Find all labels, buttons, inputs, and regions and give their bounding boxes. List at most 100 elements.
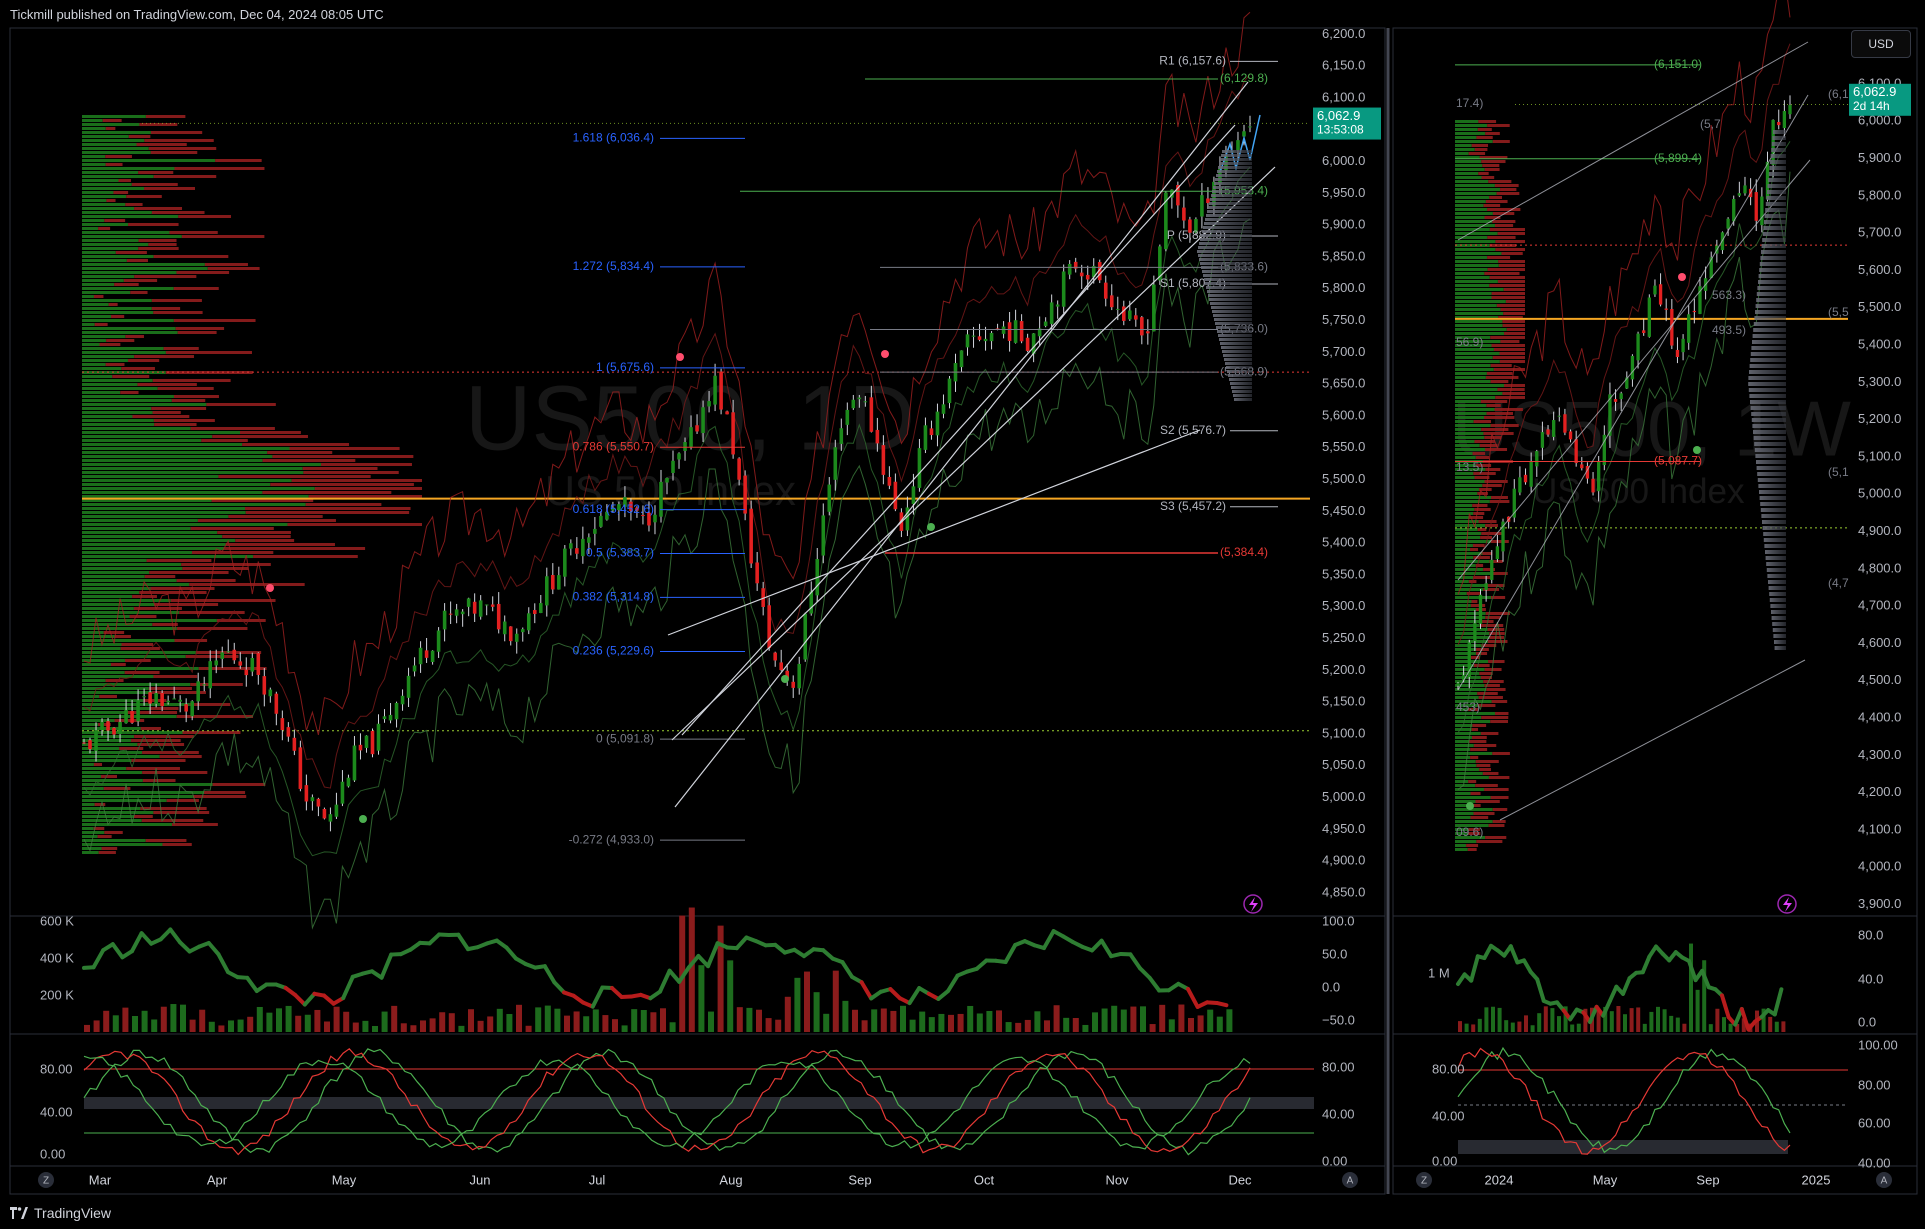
volume-bar — [477, 1020, 484, 1032]
weekly-session-volume-bar — [1756, 292, 1786, 296]
weekly-session-volume-bar — [1762, 526, 1786, 530]
candle-up — [1152, 284, 1156, 332]
weekly-session-volume-bar — [1756, 460, 1786, 464]
weekly-session-volume-bar — [1768, 580, 1786, 584]
volume-profile-down-bar — [1489, 228, 1525, 231]
a-icon-glyph[interactable]: A — [1881, 1176, 1888, 1187]
weekly-volume-axis-label: 1 M — [1428, 965, 1450, 980]
weekly-level-label: (6,151.0) — [1654, 57, 1702, 71]
volume-profile-down-bar — [1499, 360, 1525, 363]
volume-bar — [1044, 1020, 1050, 1032]
chart-workspace[interactable]: 6,200.06,150.06,100.06,050.06,000.05,950… — [0, 0, 1925, 1229]
volume-profile-down-bar — [1487, 208, 1521, 211]
volume-profile-down-bar — [100, 775, 118, 778]
volume-bar — [1188, 1017, 1194, 1032]
volume-profile-down-bar — [1473, 420, 1492, 423]
volume-profile-down-bar — [174, 639, 208, 642]
volume-profile-up-bar — [82, 811, 154, 814]
a-icon-glyph[interactable]: A — [1347, 1176, 1354, 1187]
volume-profile-down-bar — [212, 435, 308, 438]
volume-profile-up-bar — [82, 315, 112, 318]
lightning-icon[interactable] — [1243, 894, 1263, 914]
volume-profile-down-bar — [1490, 380, 1509, 383]
fib-level-label: 1.272 (5,834.4) — [573, 259, 654, 273]
volume-bar — [247, 1016, 254, 1032]
candle-down — [1007, 322, 1012, 341]
volume-profile-up-bar — [82, 527, 191, 530]
volume-profile-down-bar — [137, 383, 197, 386]
volume-bar — [314, 1009, 321, 1032]
weekly-session-volume-bar — [1766, 196, 1786, 200]
z-icon[interactable]: Z — [1416, 1172, 1432, 1188]
volume-profile-up-bar — [1455, 280, 1498, 283]
volume-profile-up-bar — [82, 279, 124, 282]
volume-profile-up-bar — [82, 127, 106, 130]
y-tick-label: 5,600.0 — [1858, 262, 1901, 277]
signal-dot — [927, 523, 935, 531]
weekly-session-volume-bar — [1751, 412, 1786, 416]
z-icon-glyph[interactable]: Z — [1421, 1176, 1427, 1187]
volume-bar — [381, 1011, 388, 1032]
lightning-icon-bolt[interactable] — [1249, 897, 1258, 912]
volume-profile-down-bar — [1477, 704, 1496, 707]
volume-profile-up-bar — [1455, 840, 1477, 843]
volume-profile-down-bar — [113, 191, 129, 194]
candle-up — [250, 658, 255, 672]
z-icon[interactable]: Z — [38, 1172, 54, 1188]
volume-bar — [448, 1013, 455, 1032]
candle-up — [1540, 432, 1545, 448]
volume-bar — [1130, 1006, 1137, 1032]
volume-profile-up-bar — [1455, 524, 1486, 527]
momentum-line-segment — [1003, 943, 1018, 965]
bar-countdown-label: 13:53:08 — [1317, 123, 1364, 137]
volume-bar — [170, 1004, 177, 1032]
a-icon[interactable]: A — [1342, 1172, 1358, 1188]
momentum-line-segment — [1147, 975, 1162, 993]
tradingview-logo-icon[interactable] — [10, 1207, 28, 1219]
candle-down — [1146, 331, 1150, 334]
candle-down — [274, 693, 279, 714]
lightning-icon-bolt[interactable] — [1783, 897, 1792, 912]
candle-up — [1636, 333, 1640, 361]
a-icon[interactable]: A — [1876, 1172, 1892, 1188]
volume-profile-down-bar — [1467, 848, 1477, 851]
volume-profile-down-bar — [1473, 804, 1481, 807]
currency-button[interactable]: USD — [1851, 30, 1911, 58]
volume-profile-up-bar — [82, 403, 207, 406]
candle-up — [1478, 594, 1483, 624]
weekly-volume-bar — [1781, 1021, 1786, 1032]
candle-down — [370, 730, 375, 755]
weekly-volume-bar — [1636, 1007, 1641, 1032]
volume-bar — [496, 1008, 503, 1032]
y-tick-label: 5,300.0 — [1322, 598, 1365, 613]
candle-down — [1523, 474, 1528, 483]
volume-profile-down-bar — [1478, 696, 1503, 699]
y-tick-label: 5,900.0 — [1322, 217, 1365, 232]
brand-name[interactable]: TradingView — [34, 1205, 111, 1221]
oscillator-axis-label: 100.0 — [1322, 913, 1355, 928]
candle-up — [809, 591, 814, 614]
volume-profile-up-bar — [82, 179, 119, 182]
candle-down — [1613, 399, 1618, 402]
candle-up — [226, 651, 231, 653]
volume-profile-up-bar — [82, 759, 132, 762]
candle-down — [1563, 414, 1567, 433]
session-volume-bar — [1208, 294, 1252, 297]
volume-profile-down-bar — [1503, 312, 1525, 315]
volume-profile-down-bar — [1470, 548, 1479, 551]
volume-profile-down-bar — [201, 439, 248, 442]
weekly-volume-bar — [1616, 1006, 1621, 1032]
weekly-session-volume-bar — [1773, 634, 1786, 638]
candle-up — [220, 652, 225, 659]
candle-up — [1001, 326, 1006, 334]
z-icon-glyph[interactable]: Z — [43, 1176, 49, 1187]
lightning-icon[interactable] — [1777, 894, 1797, 914]
candle-up — [1535, 451, 1539, 467]
volume-profile-down-bar — [1505, 300, 1525, 303]
volume-profile-down-bar — [125, 335, 144, 338]
weekly-stoch-axis-left: 0.00 — [1432, 1153, 1457, 1168]
volume-bar — [967, 1005, 974, 1032]
volume-profile-down-bar — [124, 671, 160, 674]
volume-profile-up-bar — [82, 367, 122, 370]
volume-profile-down-bar — [302, 467, 378, 470]
